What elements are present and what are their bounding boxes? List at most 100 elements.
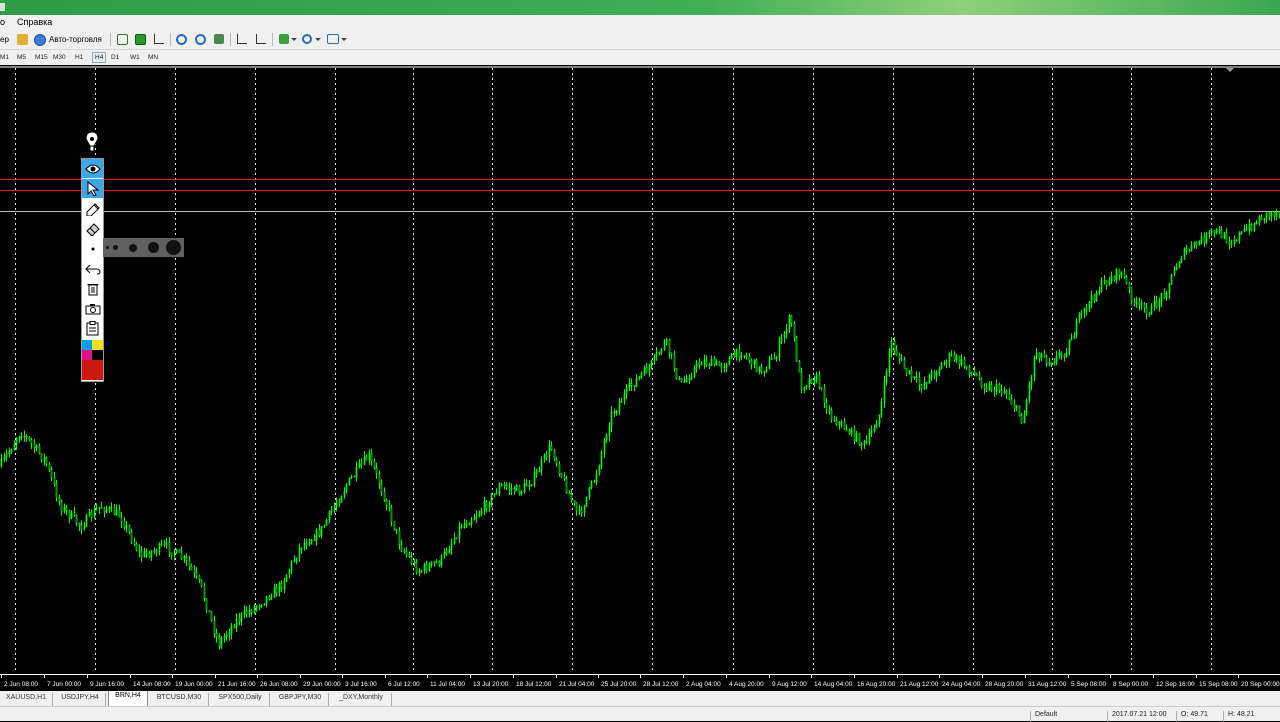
timeframe-button-m5[interactable]: M5 (17, 54, 26, 61)
candle (473, 513, 476, 521)
chart-tab[interactable]: USDJPY,H4 (55, 693, 106, 706)
pen-marker-icon[interactable] (84, 131, 100, 153)
candle (23, 430, 26, 442)
candle (810, 378, 813, 384)
price-chart[interactable]: 2 Jun 08:00 7 Jun 00:00 9 Jun 16:00 14 Jun … (0, 66, 1280, 691)
candle (275, 583, 278, 597)
periods-clock-icon[interactable] (302, 34, 312, 44)
trash-icon[interactable] (82, 279, 103, 298)
candle (665, 337, 668, 346)
menu-item-help[interactable]: Справка (17, 17, 52, 27)
candle (623, 389, 626, 405)
color-swatch[interactable] (92, 340, 103, 350)
candle (873, 424, 876, 433)
brush-size-option[interactable] (129, 243, 137, 252)
candle (605, 433, 608, 444)
candle (15, 437, 18, 450)
menu-item-partial[interactable]: о (0, 17, 5, 27)
timeframe-button-m15[interactable]: M15 (35, 54, 48, 61)
eraser-icon[interactable] (82, 219, 103, 238)
candle (170, 552, 173, 560)
candle (535, 468, 538, 478)
autoscroll-icon[interactable] (256, 34, 266, 44)
candle (678, 376, 681, 381)
candle (653, 354, 656, 365)
candle (400, 539, 403, 553)
brush-size-option[interactable] (112, 245, 118, 250)
chart-tab[interactable]: BTCUSD,M30 (150, 693, 209, 706)
cursor-arrow-icon[interactable] (82, 179, 103, 198)
x-tick-label: 21 Jun 16:00 (218, 681, 256, 688)
timeframe-button-m1[interactable]: M1 (0, 54, 9, 61)
clipboard-icon[interactable] (82, 319, 103, 338)
candle (163, 540, 166, 548)
current-color-swatch[interactable] (82, 360, 103, 380)
brush-size-option[interactable] (105, 246, 109, 249)
expert-advisor-icon[interactable] (17, 34, 28, 45)
candle (13, 440, 16, 451)
candle (1178, 261, 1181, 269)
candle (563, 471, 566, 481)
timeframe-button-m30[interactable]: M30 (53, 54, 66, 61)
timeframe-button-w1[interactable]: W1 (130, 54, 140, 61)
zoom-out-icon[interactable] (195, 34, 206, 45)
candle (825, 397, 828, 414)
candle (763, 370, 766, 377)
chart-tab[interactable]: SPX500,Daily (211, 693, 270, 706)
candle (833, 415, 836, 422)
candlestick-chart-icon[interactable] (135, 34, 146, 45)
camera-icon[interactable] (82, 299, 103, 318)
timeframe-button-d1[interactable]: D1 (111, 54, 119, 61)
timeframe-button-h4[interactable]: H4 (92, 52, 107, 63)
candle (808, 374, 811, 390)
candle (1168, 282, 1171, 300)
candle (348, 477, 351, 486)
toolbar-partial-label[interactable]: ер (0, 32, 9, 47)
pencil-icon[interactable] (82, 199, 103, 218)
chevron-down-icon[interactable] (291, 38, 297, 41)
chart-shift-icon[interactable] (237, 34, 247, 44)
toolbar-separator (110, 33, 111, 46)
candle (360, 458, 363, 469)
candle (843, 417, 846, 430)
bar-chart-icon[interactable] (117, 34, 128, 45)
candle (173, 549, 176, 561)
eye-icon[interactable] (82, 159, 103, 178)
candle (303, 538, 306, 551)
system-menu-icon[interactable] (0, 3, 5, 11)
candle (153, 547, 156, 555)
indicators-icon[interactable] (279, 34, 289, 44)
autotrading-button[interactable]: Авто-торговля (34, 32, 102, 47)
tile-windows-icon[interactable] (214, 34, 224, 44)
brush-size-option[interactable] (147, 242, 159, 253)
candle (508, 482, 511, 495)
candle (1098, 286, 1101, 296)
chart-tab[interactable]: XAUUSD,H1 (0, 693, 53, 706)
candle (1025, 398, 1028, 416)
candle (55, 480, 58, 502)
candle (595, 469, 598, 486)
candle (175, 548, 178, 554)
chart-tab[interactable]: _DXY,Monthly (331, 693, 392, 706)
brush-size-indicator[interactable] (82, 239, 103, 258)
templates-icon[interactable] (327, 34, 339, 44)
toolbar-separator (230, 33, 231, 46)
candle (148, 550, 151, 559)
timeframe-button-mn[interactable]: MN (148, 54, 158, 61)
chevron-down-icon[interactable] (341, 38, 347, 41)
candle (308, 538, 311, 547)
undo-icon[interactable] (82, 259, 103, 278)
brush-size-option[interactable] (165, 240, 181, 255)
line-chart-icon[interactable] (154, 34, 164, 44)
chart-tab[interactable]: BRN,H4 (108, 691, 148, 707)
zoom-in-icon[interactable] (176, 34, 187, 45)
candle (503, 481, 506, 490)
candle (225, 631, 228, 641)
x-tick-label: 2 Jun 08:00 (4, 681, 38, 688)
chevron-down-icon[interactable] (315, 38, 321, 41)
toolbar-separator (170, 33, 171, 46)
timeframe-button-h1[interactable]: H1 (75, 54, 83, 61)
chart-tab[interactable]: GBPJPY,M30 (272, 693, 329, 706)
color-swatch[interactable] (92, 350, 103, 360)
candle (823, 383, 826, 408)
